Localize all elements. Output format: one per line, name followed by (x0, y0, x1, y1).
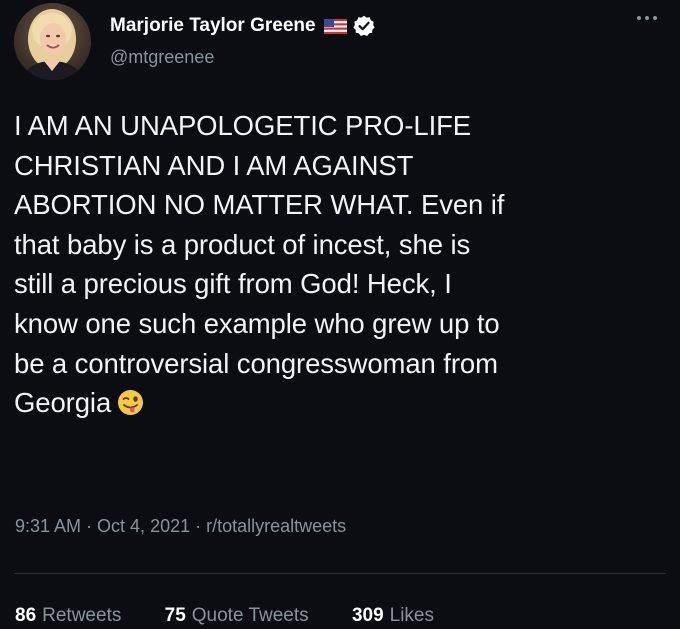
retweets-label: Retweets (42, 605, 122, 626)
us-flag-icon (323, 18, 347, 34)
divider (14, 573, 666, 574)
retweets-count: 86 (15, 605, 37, 626)
tweet-line: CHRISTIAN AND I AM AGAINST (14, 149, 414, 181)
tweet-time[interactable]: 9:31 AM (15, 516, 81, 536)
tweet-metadata: 9:31 AM · Oct 4, 2021 · r/totallyrealtwe… (15, 516, 346, 537)
meta-separator: · (81, 516, 98, 536)
tweet-text: I AM AN UNAPOLOGETIC PRO-LIFE CHRISTIAN … (14, 106, 670, 423)
quote-tweets-stat[interactable]: 75 Quote Tweets (165, 605, 309, 627)
winking-face-with-tongue-emoji-icon (117, 387, 144, 416)
tweet-line: ABORTION NO MATTER WHAT. Even if (14, 189, 505, 221)
tweet-card: Marjorie Taylor Greene @mtgreenee I AM A… (0, 0, 680, 629)
likes-stat[interactable]: 309 Likes (352, 605, 434, 627)
likes-count: 309 (351, 605, 384, 626)
quote-tweets-count: 75 (164, 605, 186, 626)
tweet-line-last: Georgia (14, 383, 670, 423)
meta-separator: · (190, 516, 207, 536)
engagement-stats: 86 Retweets 75 Quote Tweets 309 Likes (15, 605, 472, 627)
tweet-line: I AM AN UNAPOLOGETIC PRO-LIFE (14, 110, 472, 141)
likes-label: Likes (389, 605, 434, 626)
tweet-source[interactable]: r/totallyrealtweets (206, 516, 346, 536)
verified-badge-icon (352, 15, 375, 37)
tweet-line: still a precious gift from God! Heck, I (14, 268, 452, 300)
avatar-image (14, 3, 91, 80)
display-name[interactable]: Marjorie Taylor Greene (110, 15, 316, 37)
retweets-stat[interactable]: 86 Retweets (15, 605, 121, 627)
tweet-line: be a controversial congresswoman from (14, 347, 498, 379)
tweet-line-text: Georgia (14, 387, 112, 419)
user-names: Marjorie Taylor Greene @mtgreenee (110, 13, 375, 68)
tweet-line: know one such example who grew up to (14, 307, 500, 339)
quote-tweets-label: Quote Tweets (191, 605, 309, 626)
tweet-date[interactable]: Oct 4, 2021 (97, 516, 190, 536)
display-name-row: Marjorie Taylor Greene (110, 13, 375, 39)
tweet-header: Marjorie Taylor Greene @mtgreenee (14, 3, 664, 83)
user-handle[interactable]: @mtgreenee (110, 47, 375, 68)
tweet-line: that baby is a product of incest, she is (14, 228, 471, 260)
more-options-icon[interactable] (634, 11, 660, 23)
avatar[interactable] (14, 3, 91, 80)
